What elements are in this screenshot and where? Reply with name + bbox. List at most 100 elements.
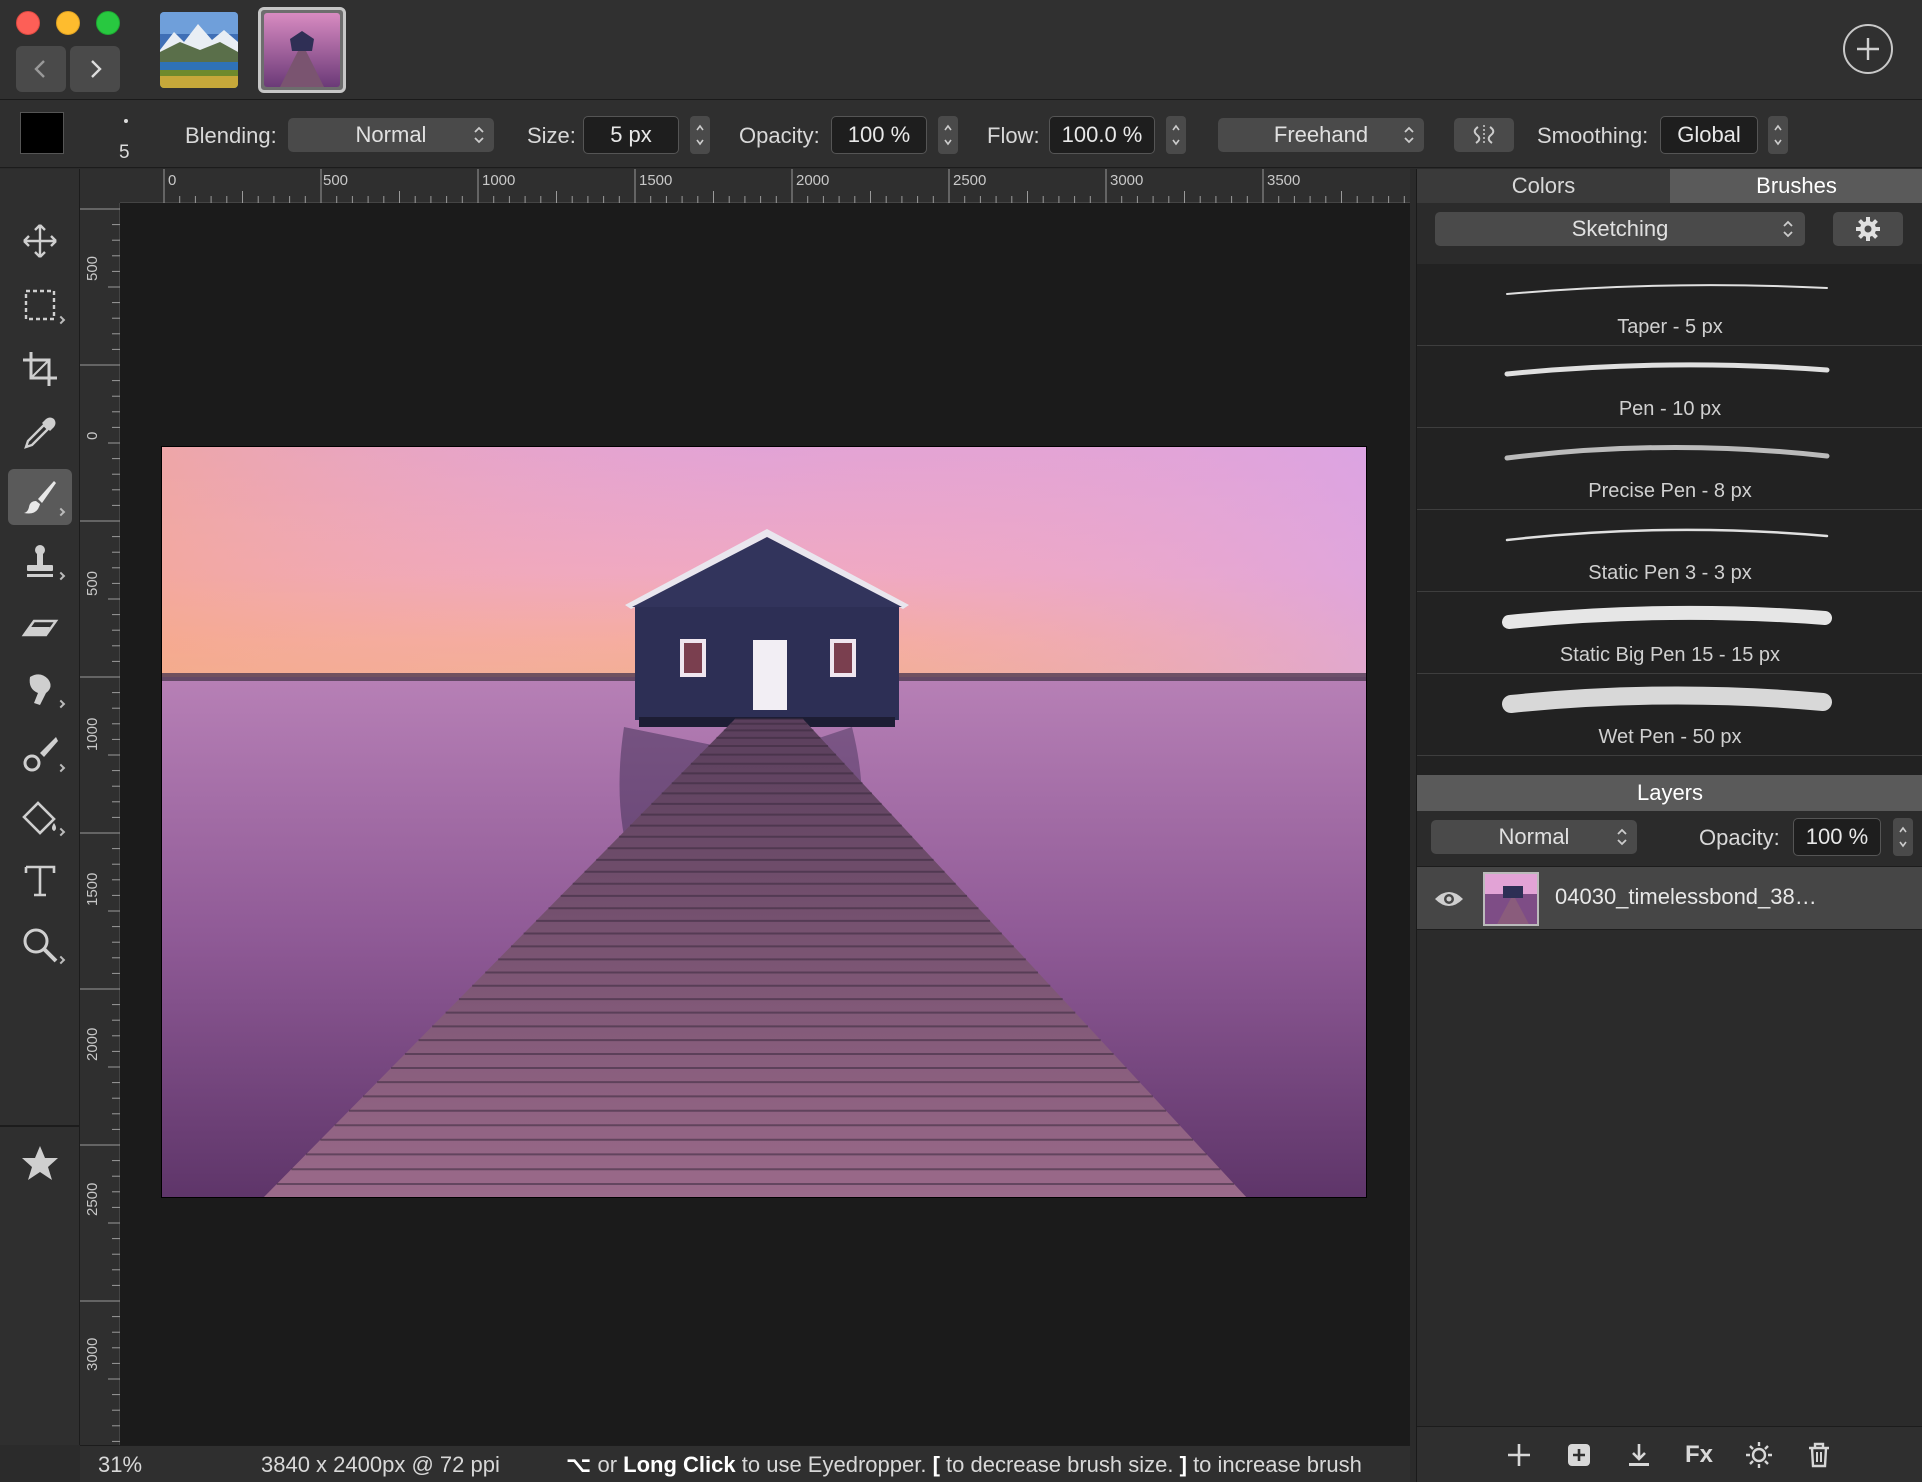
merge-down-button[interactable] — [1623, 1439, 1655, 1471]
layer-thumbnail-image — [1485, 874, 1537, 924]
ruler-label: 500 — [84, 255, 101, 281]
brush-settings-button[interactable] — [1833, 212, 1903, 246]
eye-icon[interactable] — [1433, 887, 1465, 911]
add-layer-button[interactable] — [1503, 1439, 1535, 1471]
add-group-button[interactable] — [1563, 1439, 1595, 1471]
foreground-color-swatch[interactable] — [20, 112, 64, 154]
brush-label: Taper - 5 px — [1617, 316, 1723, 338]
horizontal-ruler[interactable]: 0 500 1000 1500 2000 2500 3000 3500 — [120, 169, 1410, 203]
tab-colors[interactable]: Colors — [1417, 169, 1670, 203]
crop-icon — [23, 352, 57, 386]
brush-label: Static Pen 3 - 3 px — [1588, 562, 1752, 584]
add-layer-icon — [1508, 1444, 1530, 1466]
brush-stroke-preview — [1502, 686, 1832, 713]
stepper-arrows-icon — [1774, 124, 1782, 146]
brush-set-value: Sketching — [1571, 216, 1669, 241]
retouch-tool[interactable] — [8, 725, 72, 781]
opacity-stepper[interactable] — [938, 116, 958, 154]
symmetry-icon — [1473, 125, 1495, 145]
brush-item[interactable]: Taper - 5 px — [1417, 264, 1922, 346]
favorites-tool[interactable] — [8, 1135, 72, 1191]
document-thumbnail-boathouse[interactable] — [258, 7, 346, 93]
title-bar — [0, 0, 1922, 100]
magnifier-icon — [23, 928, 58, 963]
star-icon — [22, 1146, 58, 1180]
stepper-arrows-icon — [696, 124, 704, 146]
brush-item[interactable]: Static Pen 3 - 3 px — [1417, 510, 1922, 592]
layers-footer: Fx — [1417, 1426, 1922, 1482]
hint-key: ] — [1179, 1452, 1187, 1477]
crop-tool[interactable] — [8, 341, 72, 397]
merge-down-icon — [1629, 1444, 1649, 1466]
fill-tool[interactable] — [8, 789, 72, 845]
vertical-ruler[interactable]: 500 0 500 1000 1500 2000 2500 3000 — [80, 203, 120, 1445]
layer-blend-select[interactable]: Normal — [1431, 820, 1637, 854]
eyedropper-tool[interactable] — [8, 405, 72, 461]
delete-layer-button[interactable] — [1803, 1439, 1835, 1471]
zoom-tool[interactable] — [8, 917, 72, 973]
chevron-updown-icon — [1783, 220, 1793, 238]
zoom-level: 31% — [98, 1452, 143, 1477]
layer-row[interactable]: 04030_timelessbond_38… — [1417, 866, 1922, 930]
boathouse-photo — [162, 447, 1366, 1197]
hint-text: to use Eyedropper. — [741, 1452, 927, 1477]
brush-item[interactable]: Wet Pen - 50 px — [1417, 674, 1922, 756]
ruler-label: 1000 — [482, 172, 516, 189]
forward-button[interactable] — [70, 46, 120, 92]
eyedropper-icon — [24, 417, 56, 449]
tools-sidebar — [0, 169, 80, 1445]
layer-opacity-field[interactable]: 100 % — [1793, 818, 1881, 856]
stamp-tool[interactable] — [8, 533, 72, 589]
brush-item[interactable]: Pen - 10 px — [1417, 346, 1922, 428]
brush-size-preview: 5 — [119, 142, 130, 163]
size-field[interactable]: 5 px — [583, 116, 679, 154]
back-button[interactable] — [16, 46, 66, 92]
blending-select[interactable]: Normal — [288, 118, 494, 152]
brush-item[interactable]: Precise Pen - 8 px — [1417, 428, 1922, 510]
ruler-label: 3500 — [1267, 172, 1301, 189]
flow-stepper[interactable] — [1166, 116, 1186, 154]
brush-stroke-preview — [1505, 528, 1829, 542]
brush-stroke-preview — [1504, 362, 1830, 377]
eraser-tool[interactable] — [8, 597, 72, 653]
right-panel: Colors Brushes Sketching Taper - 5 px Pe… — [1416, 169, 1922, 1482]
stroke-mode-select[interactable]: Freehand — [1218, 118, 1424, 152]
smoothing-stepper[interactable] — [1768, 116, 1788, 154]
stroke-mode-value: Freehand — [1273, 122, 1369, 147]
app-window: 5 Blending: Normal Size: 5 px Opacity: 1… — [0, 0, 1922, 1482]
tab-brushes[interactable]: Brushes — [1670, 169, 1922, 203]
landscape-thumbnail-image — [160, 12, 238, 88]
fx-button[interactable]: Fx — [1683, 1439, 1715, 1471]
brush-stroke-preview — [1504, 445, 1830, 461]
opacity-label: Opacity: — [739, 123, 820, 148]
adjustments-button[interactable] — [1743, 1439, 1775, 1471]
move-tool[interactable] — [8, 213, 72, 269]
flow-field[interactable]: 100.0 % — [1049, 116, 1155, 154]
smudge-tool[interactable] — [8, 661, 72, 717]
hint-key: ⌥ — [566, 1452, 592, 1477]
smoothing-label: Smoothing: — [1537, 123, 1649, 148]
ruler-label: 1000 — [84, 717, 101, 751]
symmetry-button[interactable] — [1454, 118, 1514, 152]
size-stepper[interactable] — [690, 116, 710, 154]
stepper-arrows-icon — [944, 124, 952, 146]
brush-item[interactable]: Static Big Pen 15 - 15 px — [1417, 592, 1922, 674]
brush-tool[interactable] — [8, 469, 72, 525]
opacity-field[interactable]: 100 % — [831, 116, 927, 154]
layer-opacity-stepper[interactable] — [1893, 818, 1913, 856]
zoom-button[interactable] — [96, 11, 120, 35]
minimize-button[interactable] — [56, 11, 80, 35]
eraser-icon — [21, 619, 59, 637]
document-image[interactable] — [161, 446, 1367, 1198]
ruler-label: 2000 — [796, 172, 830, 189]
document-dimensions: 3840 x 2400px @ 72 ppi — [261, 1452, 500, 1477]
layers-header[interactable]: Layers — [1417, 775, 1922, 811]
brush-set-select[interactable]: Sketching — [1435, 212, 1805, 246]
close-button[interactable] — [16, 11, 40, 35]
text-tool[interactable] — [8, 853, 72, 909]
new-document-button[interactable] — [1843, 24, 1893, 74]
brush-stroke-preview — [1502, 605, 1832, 629]
document-thumbnail-landscape[interactable] — [160, 12, 238, 88]
selection-tool[interactable] — [8, 277, 72, 333]
smoothing-field[interactable]: Global — [1660, 116, 1758, 154]
